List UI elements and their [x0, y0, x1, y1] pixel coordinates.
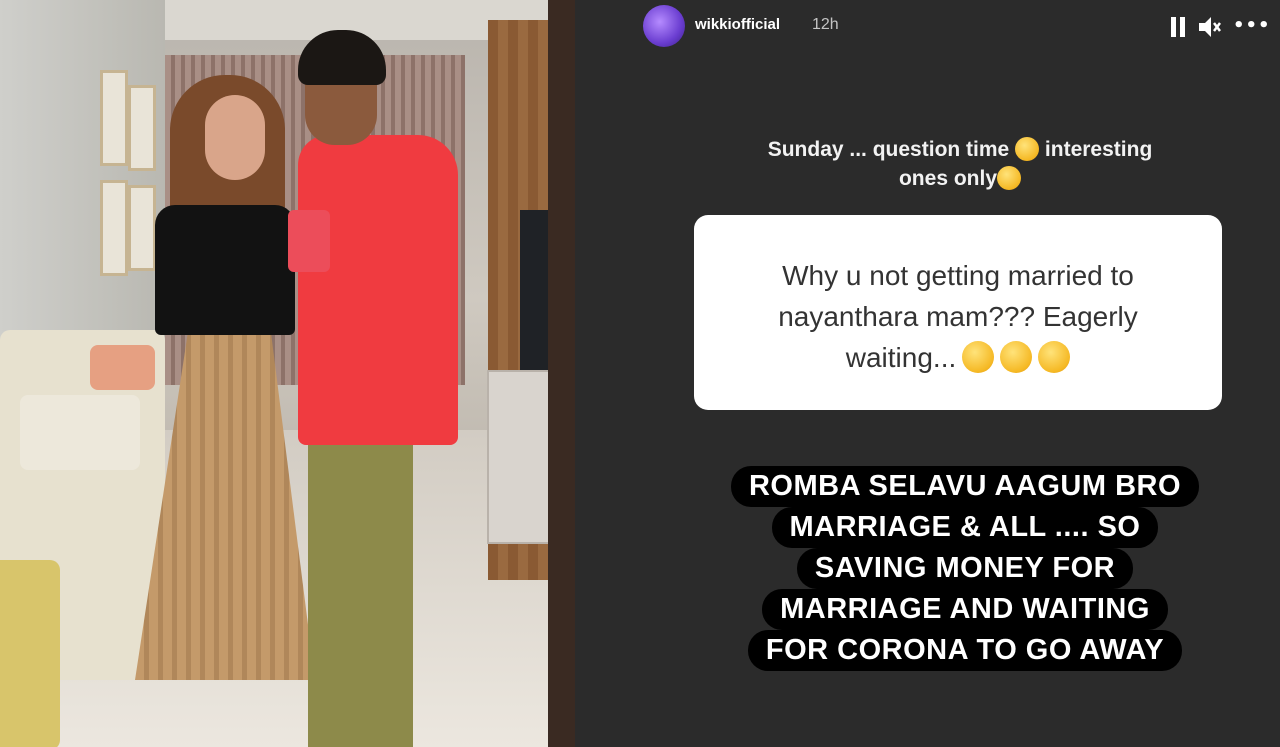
more-icon[interactable]: •••	[1233, 17, 1271, 35]
wall-frame	[128, 185, 156, 271]
question-line: nayanthara mam??? Eagerly	[778, 301, 1138, 332]
answer-line: FOR CORONA TO GO AWAY	[747, 630, 1183, 671]
story-caption: Sunday ... question time interesting one…	[705, 135, 1215, 193]
caption-text: Sunday ... question time	[767, 138, 1010, 161]
stool	[0, 560, 60, 747]
answer-line: MARRIAGE & ALL .... SO	[771, 507, 1159, 548]
avatar[interactable]	[643, 5, 685, 47]
question-line: Why u not getting married to	[782, 260, 1134, 291]
answer-line: ROMBA SELAVU AAGUM BRO	[730, 466, 1200, 507]
relieved-emoji-icon	[997, 166, 1022, 190]
username[interactable]: wikkiofficial	[695, 16, 780, 33]
answer-line: MARRIAGE AND WAITING	[762, 589, 1168, 630]
time-ago: 12h	[812, 16, 839, 33]
pause-icon[interactable]	[1171, 17, 1185, 37]
question-text: Why u not getting married to nayanthara …	[694, 255, 1222, 378]
star-eyes-emoji-icon	[1000, 341, 1033, 373]
caption-text: ones only	[898, 167, 998, 190]
phone	[288, 210, 330, 272]
wall-frame	[100, 70, 128, 166]
story-header: wikkiofficial 12h •••	[575, 0, 1280, 55]
man-shirt	[298, 135, 458, 445]
answer-line: SAVING MONEY FOR	[796, 548, 1134, 589]
star-eyes-emoji-icon	[1038, 341, 1071, 373]
question-card: Why u not getting married to nayanthara …	[694, 215, 1222, 410]
cushion	[20, 395, 140, 470]
wall-frame	[100, 180, 128, 276]
door-frame	[548, 0, 575, 747]
volume-icon[interactable]	[1197, 14, 1223, 40]
wall-frame	[128, 85, 156, 171]
thinking-emoji-icon	[1015, 137, 1040, 161]
star-eyes-emoji-icon	[962, 341, 995, 373]
caption-text: interesting	[1044, 138, 1153, 161]
question-line: waiting...	[845, 342, 957, 373]
woman-top	[155, 205, 295, 335]
woman-face	[205, 95, 265, 180]
man-pants	[308, 435, 413, 747]
story-panel: wikkiofficial 12h ••• Sunday ... questio…	[575, 0, 1280, 747]
couple-photo	[0, 0, 575, 747]
answer-text: ROMBA SELAVU AAGUM BRO MARRIAGE & ALL ..…	[575, 466, 1280, 671]
cushion	[90, 345, 155, 390]
